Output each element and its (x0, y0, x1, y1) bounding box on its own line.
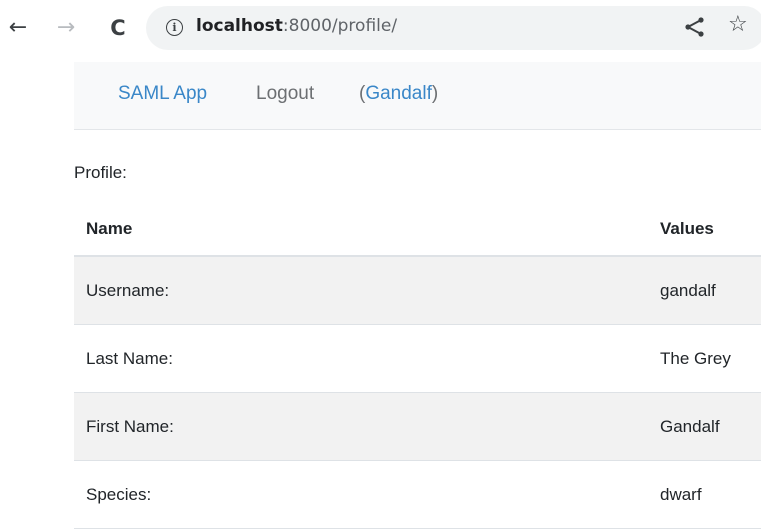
back-arrow-icon[interactable]: ← (6, 14, 30, 42)
table-header-row: Name Values (74, 203, 761, 257)
table-row: Species: dwarf (74, 460, 761, 529)
field-value: dwarf (648, 460, 761, 529)
url-path: :8000/profile/ (282, 16, 398, 36)
column-header-values: Values (648, 203, 761, 257)
current-user: (Gandalf) (359, 83, 438, 105)
table-row: First Name: Gandalf (74, 392, 761, 461)
forward-arrow-icon[interactable]: → (54, 14, 78, 42)
share-icon[interactable] (684, 16, 706, 38)
profile-table: Name Values Username: gandalf Last Name:… (74, 203, 761, 529)
field-name: First Name: (74, 392, 648, 461)
url-text[interactable]: localhost:8000/profile/ (196, 16, 397, 36)
address-bar[interactable]: i localhost:8000/profile/ ☆ (146, 6, 761, 50)
user-paren-close: ) (431, 83, 439, 104)
field-name: Last Name: (74, 324, 648, 393)
field-value: Gandalf (648, 392, 761, 461)
reload-icon[interactable]: C (106, 14, 130, 42)
field-value: The Grey (648, 324, 761, 393)
info-icon[interactable]: i (166, 19, 183, 36)
brand-link[interactable]: SAML App (118, 83, 207, 105)
table-row: Username: gandalf (74, 256, 761, 325)
profile-heading: Profile: (74, 163, 127, 182)
column-header-name: Name (74, 203, 648, 257)
field-name: Username: (74, 256, 648, 325)
user-name-link[interactable]: Gandalf (365, 83, 432, 104)
field-name: Species: (74, 460, 648, 529)
logout-link[interactable]: Logout (256, 83, 314, 105)
table-row: Last Name: The Grey (74, 324, 761, 393)
bookmark-star-icon[interactable]: ☆ (728, 12, 748, 37)
browser-toolbar: ← → C i localhost:8000/profile/ ☆ (0, 0, 761, 62)
app-navbar: SAML App Logout (Gandalf) (74, 62, 761, 130)
url-host: localhost (196, 16, 283, 36)
field-value: gandalf (648, 256, 761, 325)
